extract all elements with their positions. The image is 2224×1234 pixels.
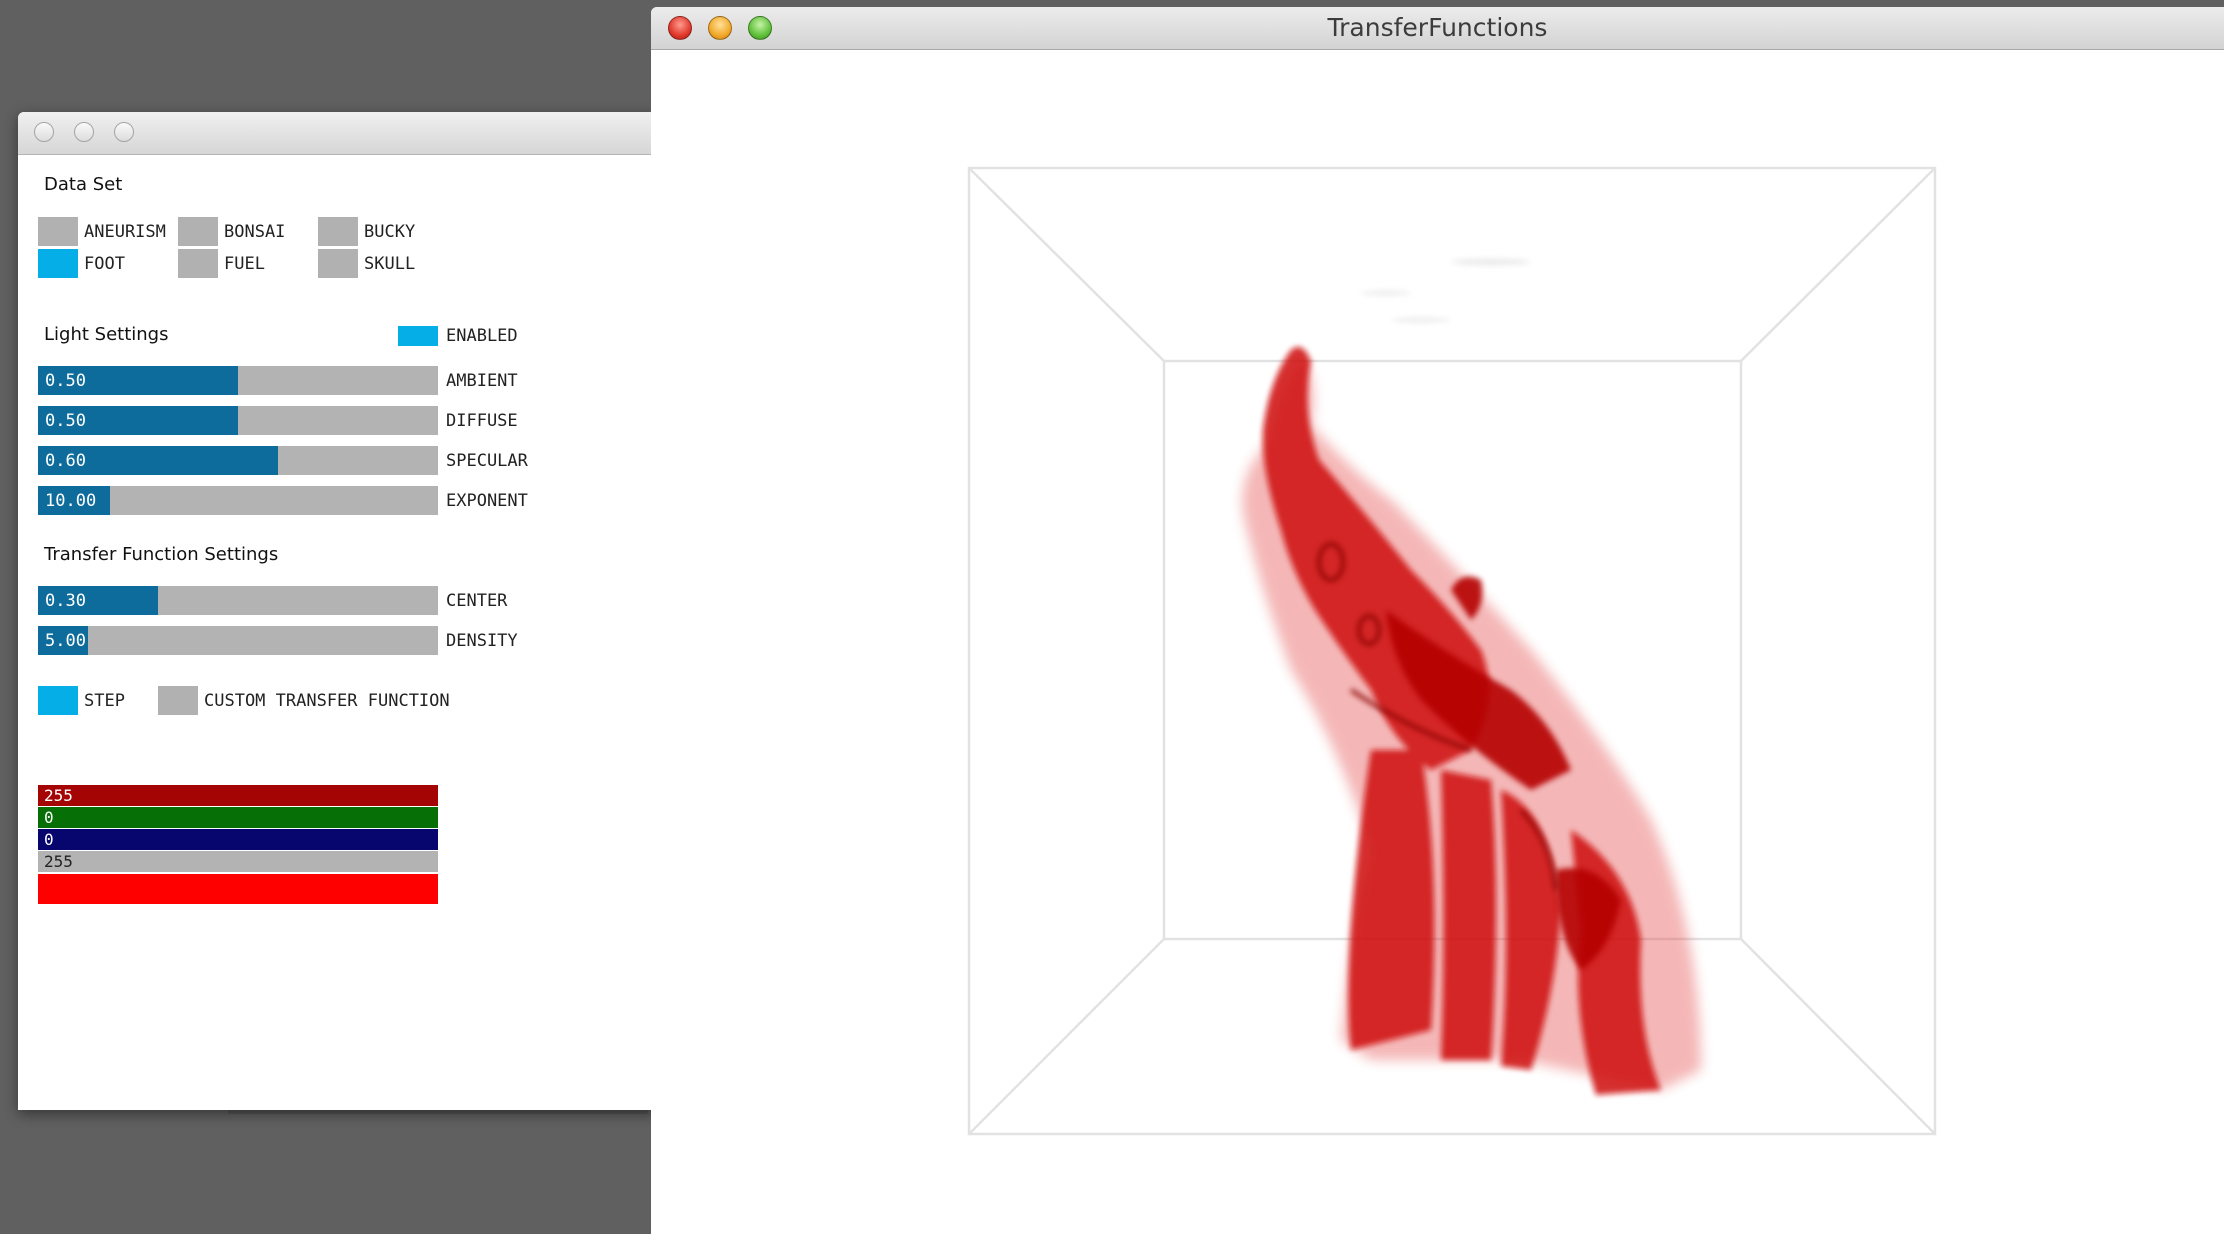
exponent-label: EXPONENT xyxy=(446,491,528,511)
slider-value: 0.60 xyxy=(45,451,86,471)
dataset-label: BONSAI xyxy=(224,222,286,242)
data-set-heading: Data Set xyxy=(44,174,123,195)
center-label: CENTER xyxy=(446,591,508,611)
exponent-slider[interactable]: 10.00 xyxy=(38,486,438,515)
blue-channel-bar[interactable]: 0 xyxy=(38,829,438,850)
red-value: 255 xyxy=(44,786,73,805)
slider-value: 0.50 xyxy=(45,411,86,431)
color-preview xyxy=(38,874,438,904)
center-slider[interactable]: 0.30 xyxy=(38,586,438,615)
transfer-function-heading: Transfer Function Settings xyxy=(44,544,279,565)
render-titlebar[interactable]: TransferFunctions xyxy=(651,7,2224,50)
specular-slider[interactable]: 0.60 xyxy=(38,446,438,475)
density-label: DENSITY xyxy=(446,631,518,651)
alpha-value: 255 xyxy=(44,852,73,871)
slider-value: 0.50 xyxy=(45,371,86,391)
specular-label: SPECULAR xyxy=(446,451,528,471)
render-window: TransferFunctions xyxy=(651,7,2224,1234)
blue-value: 0 xyxy=(44,830,54,849)
custom-tf-toggle[interactable] xyxy=(158,686,198,715)
slider-value: 10.00 xyxy=(45,491,97,511)
ambient-slider[interactable]: 0.50 xyxy=(38,366,438,395)
window-title: TransferFunctions xyxy=(1327,13,1548,42)
enabled-label: ENABLED xyxy=(446,326,518,346)
close-icon[interactable] xyxy=(34,122,54,142)
slider-value: 0.30 xyxy=(45,591,86,611)
dataset-toggle[interactable] xyxy=(178,249,218,278)
volume-rendering xyxy=(1242,346,1701,1095)
controls-titlebar[interactable] xyxy=(18,112,658,155)
step-toggle[interactable] xyxy=(38,686,78,715)
slider-value: 5.00 xyxy=(45,631,86,651)
dataset-toggle[interactable] xyxy=(38,249,78,278)
green-value: 0 xyxy=(44,808,54,827)
dataset-toggle[interactable] xyxy=(38,217,78,246)
zoom-icon[interactable] xyxy=(114,122,134,142)
dataset-toggle[interactable] xyxy=(318,249,358,278)
density-slider[interactable]: 5.00 xyxy=(38,626,438,655)
custom-tf-label: CUSTOM TRANSFER FUNCTION xyxy=(204,691,450,711)
green-channel-bar[interactable]: 0 xyxy=(38,807,438,828)
diffuse-slider[interactable]: 0.50 xyxy=(38,406,438,435)
light-settings-heading: Light Settings xyxy=(44,324,169,345)
dataset-label: FUEL xyxy=(224,254,265,274)
dataset-label: SKULL xyxy=(364,254,416,274)
faint-noise xyxy=(1361,259,1531,322)
controls-window: Data Set ANEURISM BONSAI BUCKY FOOT FUEL… xyxy=(18,112,658,1110)
enabled-toggle[interactable] xyxy=(398,326,438,346)
dataset-label: ANEURISM xyxy=(84,222,166,242)
step-label: STEP xyxy=(84,691,125,711)
diffuse-label: DIFFUSE xyxy=(446,411,518,431)
minimize-icon[interactable] xyxy=(74,122,94,142)
dataset-toggle[interactable] xyxy=(318,217,358,246)
dataset-label: BUCKY xyxy=(364,222,416,242)
dataset-toggle[interactable] xyxy=(178,217,218,246)
volume-viewport[interactable] xyxy=(651,50,2224,1234)
alpha-channel-bar[interactable]: 255 xyxy=(38,851,438,872)
ambient-label: AMBIENT xyxy=(446,371,518,391)
red-channel-bar[interactable]: 255 xyxy=(38,785,438,806)
dataset-label: FOOT xyxy=(84,254,125,274)
